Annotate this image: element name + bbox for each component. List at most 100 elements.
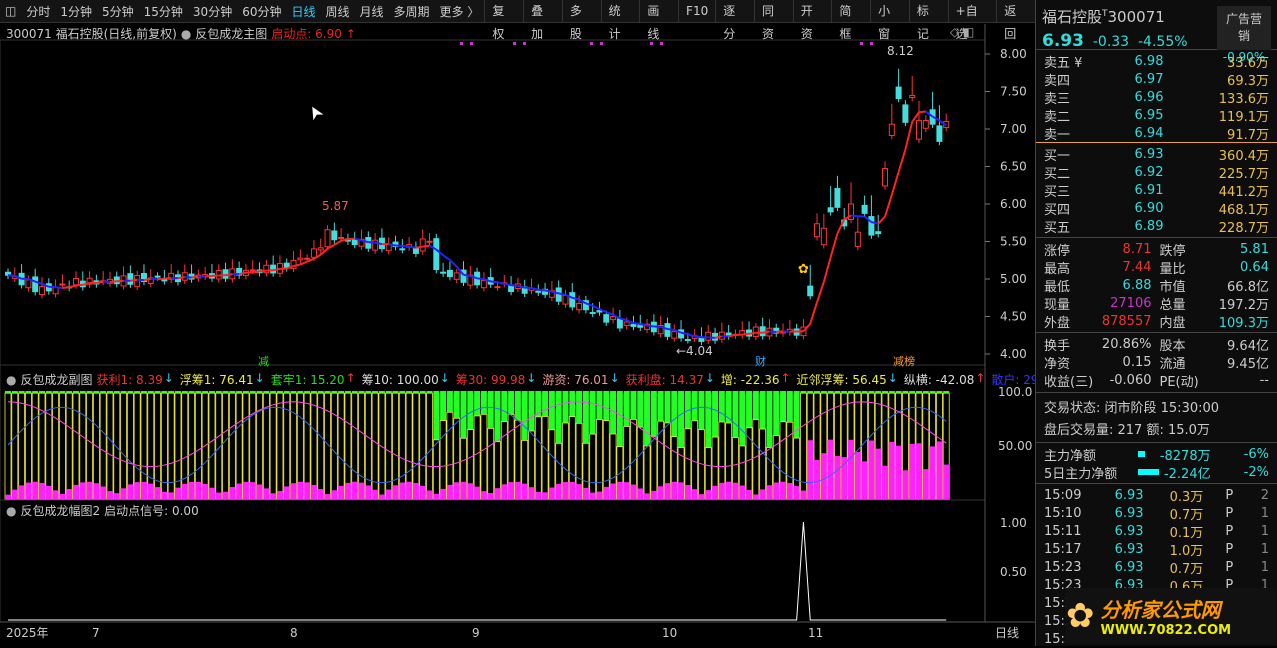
candle xyxy=(325,230,330,247)
stats2-cell: -0.060 xyxy=(1094,373,1152,388)
candle xyxy=(536,291,541,292)
chart-canvas[interactable]: 8.007.507.006.506.005.505.004.504.005.87… xyxy=(0,0,1035,646)
sub1-magenta xyxy=(896,446,902,499)
sub1-magenta xyxy=(664,483,670,499)
stats2-cell: 收益(三) xyxy=(1044,371,1094,390)
sub1-bar xyxy=(311,393,317,499)
sub1-magenta xyxy=(195,482,201,499)
sub1-green xyxy=(617,391,623,447)
sub1-magenta xyxy=(25,483,31,499)
sub1-tick: 50.00 xyxy=(998,439,1032,453)
ma-line xyxy=(130,280,137,281)
ma-line xyxy=(423,246,430,247)
ma-line xyxy=(538,290,545,291)
sub1-bar xyxy=(651,436,657,499)
ticks-cell: P xyxy=(1203,524,1233,539)
asks-cell: 6.98 xyxy=(1114,54,1164,69)
sub1-magenta xyxy=(494,488,500,499)
stats-cell: 7.44 xyxy=(1094,260,1152,275)
sub1-green xyxy=(522,391,528,440)
asks-cell: 卖三 xyxy=(1044,88,1114,107)
sub1-magenta xyxy=(189,482,195,499)
candle xyxy=(923,120,928,128)
arrow-down-icon: ↓ xyxy=(705,371,715,388)
date-label: 7 xyxy=(92,626,100,640)
sub1-magenta xyxy=(746,490,752,499)
sub1-magenta xyxy=(250,482,256,499)
sub1-value: 近邻浮筹: 56.45 xyxy=(797,371,887,388)
sub2-tick: 1.00 xyxy=(1000,516,1027,530)
candle xyxy=(509,286,514,292)
ticks-cell: 15:11 xyxy=(1044,524,1094,539)
stats-row: 涨停8.71跌停5.81 xyxy=(1036,240,1277,258)
sub2-tick: 0.50 xyxy=(1000,565,1027,579)
arrow-down-icon: ↓ xyxy=(888,371,898,388)
candle xyxy=(631,324,636,326)
sub1-header: ● 反包成龙副图 获利1: 8.39↓浮筹1: 76.41↓套牢1: 15.20… xyxy=(6,371,1050,388)
flow-cell: -2% xyxy=(1211,465,1269,480)
ma-line xyxy=(69,286,76,288)
asks-cell: 卖二 xyxy=(1044,106,1114,125)
sub2-toggle-icon[interactable]: ● xyxy=(6,504,16,518)
candle xyxy=(624,322,629,326)
sub1-magenta xyxy=(39,483,45,499)
candle xyxy=(835,189,840,208)
candle xyxy=(753,327,758,336)
sub1-toggle-icon[interactable]: ● xyxy=(6,373,16,387)
butterfly-icon: ✿ xyxy=(798,262,809,277)
ma-line xyxy=(545,290,552,291)
sub1-magenta xyxy=(127,484,133,499)
asks-row: 卖二6.95119.1万 xyxy=(1036,106,1277,124)
sub1-magenta xyxy=(365,485,371,499)
sub1-bar xyxy=(644,446,650,499)
sub1-magenta xyxy=(794,486,800,499)
sub1-magenta xyxy=(393,485,399,499)
candle xyxy=(917,121,922,140)
sub1-magenta xyxy=(590,493,596,499)
candle xyxy=(910,95,915,97)
sub1-bar xyxy=(236,393,242,499)
sub1-bar xyxy=(182,393,188,499)
sub1-magenta xyxy=(651,491,657,499)
flow-row: 主力净额-8278万-6% xyxy=(1036,445,1277,463)
sub1-green xyxy=(603,391,609,421)
sub1-green xyxy=(746,391,752,428)
signal-dot xyxy=(860,42,863,45)
stats-cell: 跌停 xyxy=(1152,240,1210,259)
signal-dot xyxy=(650,42,653,45)
ma-line xyxy=(769,332,776,333)
period-label: 日线 xyxy=(995,626,1019,640)
sub1-magenta xyxy=(257,484,263,499)
ma-line xyxy=(810,302,817,324)
stats-cell: 0.64 xyxy=(1209,260,1269,275)
sub1-magenta xyxy=(828,440,834,499)
stats-cell: 109.3万 xyxy=(1209,312,1269,331)
sub1-green xyxy=(787,391,793,422)
ticks-cell: 6.93 xyxy=(1094,506,1144,521)
ma-line xyxy=(919,111,926,112)
ma-line xyxy=(593,306,600,309)
ma-line xyxy=(477,278,484,279)
sub1-bar xyxy=(481,414,487,499)
ma-line xyxy=(817,282,824,302)
sub1-value: 获利盘: 14.37 xyxy=(626,371,704,388)
sub1-magenta xyxy=(100,486,106,499)
sub1-magenta xyxy=(73,485,79,499)
bids-cell: 228.7万 xyxy=(1163,217,1269,236)
ticks-cell: 1 xyxy=(1233,506,1269,521)
asks-row: 卖四6.9769.3万 xyxy=(1036,70,1277,88)
ticks-cell: 6.93 xyxy=(1094,488,1144,503)
sub1-magenta xyxy=(583,488,589,499)
stats-cell: 量比 xyxy=(1152,258,1210,277)
arrow-up-icon: ↑ xyxy=(346,371,356,388)
price-tick: 8.00 xyxy=(1000,47,1027,61)
sub1-magenta xyxy=(379,495,385,499)
sub1-magenta xyxy=(284,486,290,499)
signal-dot xyxy=(470,42,473,45)
sub1-magenta xyxy=(637,488,643,499)
ticks-cell: P xyxy=(1203,506,1233,521)
sub1-green xyxy=(461,391,467,438)
sub1-green xyxy=(760,391,766,429)
sector-badge[interactable]: 广告营销-0.90% xyxy=(1217,6,1271,50)
ma-line xyxy=(851,215,858,216)
